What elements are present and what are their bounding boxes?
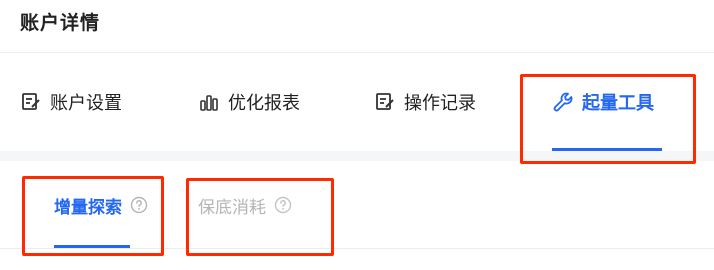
main-tab-bar: 账户设置 优化报表 操作记录 起量工具: [0, 53, 714, 151]
subtab-divider: [0, 248, 714, 249]
tab-volume-tools[interactable]: 起量工具: [552, 53, 654, 151]
edit-icon: [374, 91, 396, 113]
help-icon[interactable]: [274, 196, 292, 214]
help-icon[interactable]: [130, 196, 148, 214]
page-title: 账户详情: [20, 12, 101, 34]
tab-label: 优化报表: [228, 93, 300, 114]
tab-optimization-report[interactable]: 优化报表: [198, 53, 300, 151]
tab-label: 账户设置: [50, 93, 122, 114]
subtab-label: 保底消耗: [198, 197, 266, 218]
tab-label: 操作记录: [404, 93, 476, 114]
edit-icon: [20, 91, 42, 113]
subtab-guaranteed-spend[interactable]: 保底消耗: [198, 161, 292, 249]
tab-label: 起量工具: [582, 93, 654, 114]
section-separator: [0, 151, 714, 161]
bar-chart-icon: [198, 91, 220, 113]
sub-tab-bar: 增量探索 保底消耗: [0, 161, 714, 249]
subtab-label: 增量探索: [54, 197, 122, 218]
tab-operation-log[interactable]: 操作记录: [374, 53, 476, 151]
subtab-incremental-exploration[interactable]: 增量探索: [54, 161, 148, 249]
wrench-icon: [552, 91, 574, 113]
tab-account-settings[interactable]: 账户设置: [20, 53, 122, 151]
